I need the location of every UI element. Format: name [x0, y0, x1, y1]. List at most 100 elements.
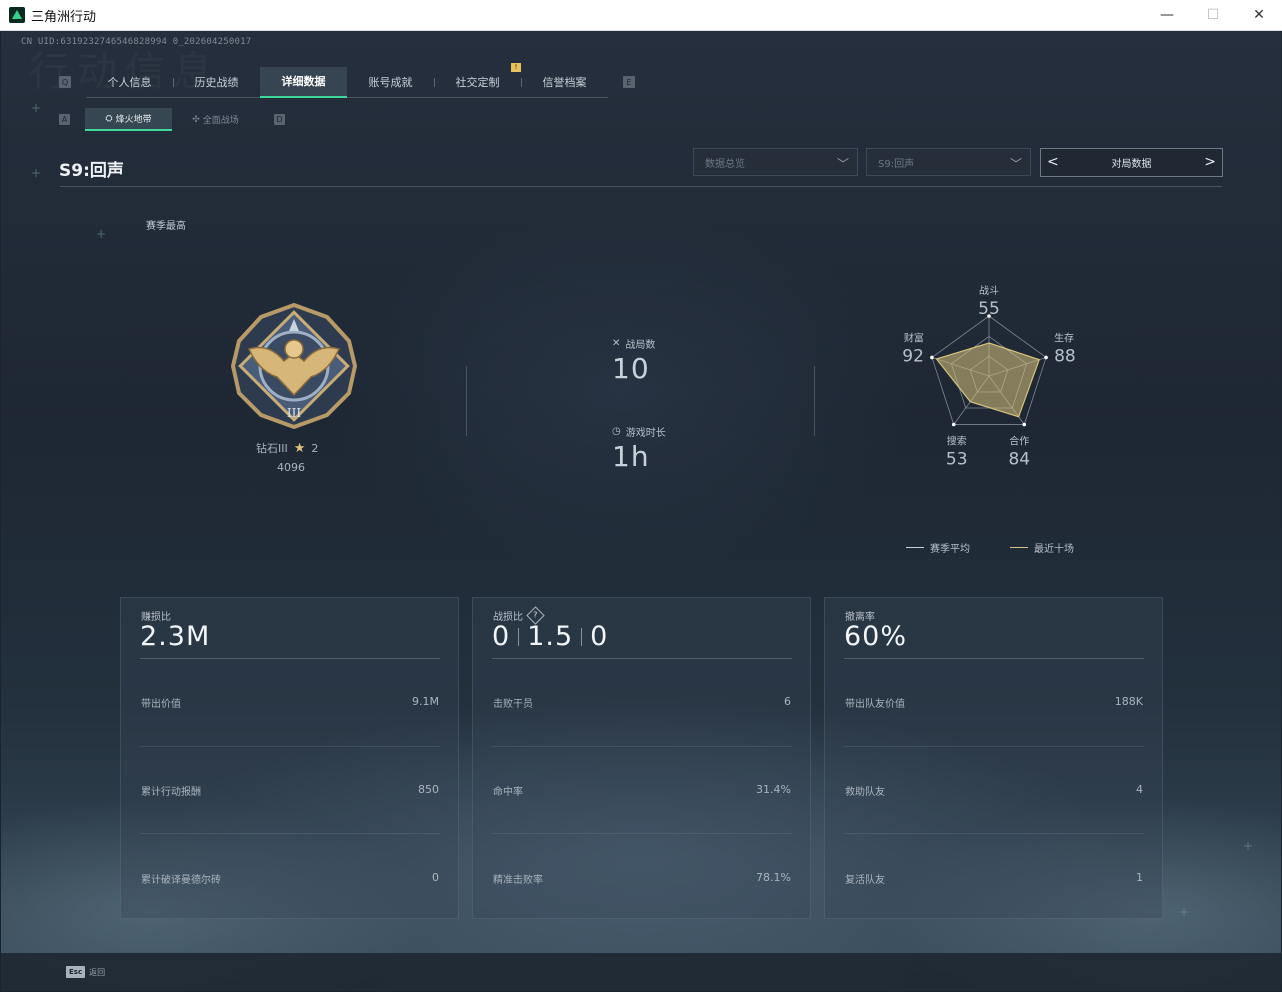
kd-left-value: 0 — [492, 621, 511, 652]
window-controls: — ☐ ✕ — [1144, 0, 1282, 31]
back-button[interactable]: Esc 返回 — [66, 966, 105, 978]
kd-main-value: 1.5 — [527, 621, 574, 652]
profit-ratio-value: 2.3M — [140, 621, 211, 652]
card-divider — [140, 658, 440, 659]
window-title: 三角洲行动 — [31, 9, 97, 25]
maximize-button[interactable]: ☐ — [1190, 0, 1236, 31]
legend-recent: 最近十场 — [1010, 540, 1074, 555]
card-divider — [844, 658, 1144, 659]
card-divider — [492, 833, 792, 834]
section-divider — [814, 366, 815, 436]
crossed-swords-icon: ✕ — [612, 338, 621, 349]
hit-rate-value: 31.4% — [756, 783, 791, 796]
data-scope-dropdown[interactable]: 数据总览 ﹀ — [693, 148, 858, 176]
bottom-bar — [1, 953, 1281, 991]
extraction-rate-value: 60% — [844, 621, 908, 652]
notification-badge: ! — [511, 62, 521, 72]
legend-season-avg: 赛季平均 — [906, 540, 970, 555]
next-arrow-icon[interactable]: > — [1204, 154, 1216, 170]
action-reward-label: 累计行动报酬 — [141, 787, 201, 798]
playtime-label-row: ◷ 游戏时长 — [612, 424, 666, 439]
cn-uid-label: CN UID:6319232746546828994 0_20260425001… — [21, 37, 252, 47]
legend-recent-label: 最近十场 — [1034, 544, 1074, 555]
assist-teammate-label: 救助队友 — [845, 787, 885, 798]
mode-tabs: ⛭ 烽火地带 ✣ 全面战场 — [85, 108, 259, 131]
match-data-pager: < 对局数据 > — [1040, 148, 1223, 177]
kills-value: 6 — [784, 695, 791, 708]
decor-plus-icon: + — [96, 227, 107, 241]
legend-swatch-recent — [1010, 547, 1028, 548]
action-reward-value: 850 — [418, 783, 439, 796]
pager-label: 对局数据 — [1111, 159, 1152, 170]
radar-axis-label: 合作 — [1009, 435, 1029, 448]
legend-swatch-season-avg — [906, 547, 924, 548]
matches-stat: ✕ 战局数 10 — [612, 336, 655, 385]
season-title: S9:回声 — [59, 161, 124, 181]
tab-detailed-data[interactable]: 详细数据 — [260, 66, 347, 98]
radar-axis-value: 88 — [1054, 346, 1076, 366]
prev-arrow-icon[interactable]: < — [1047, 154, 1059, 170]
assist-teammate-value: 4 — [1136, 783, 1143, 796]
battlefield-icon: ✣ — [192, 114, 200, 125]
kd-ratio-values: 0 1.5 0 — [492, 621, 608, 652]
tab-flame-zone-label: 烽火地带 — [115, 115, 152, 125]
kd-right-value: 0 — [590, 621, 609, 652]
key-hint-q: Q — [59, 76, 71, 88]
radar-axis-point — [930, 355, 934, 360]
kd-separator — [518, 627, 520, 646]
hit-rate-label: 命中率 — [493, 787, 523, 798]
tab-personal-info[interactable]: 个人信息 — [86, 67, 173, 98]
extracted-value: 9.1M — [412, 695, 439, 708]
radar-axis-point — [1044, 355, 1048, 360]
tab-reputation[interactable]: 信誉档案 — [521, 67, 608, 98]
kd-separator — [581, 627, 583, 646]
radar-axis-label: 战斗 — [979, 285, 999, 297]
section-divider — [466, 366, 467, 436]
card-divider — [492, 746, 792, 747]
header-divider — [60, 186, 1222, 187]
chevron-down-icon: ﹀ — [836, 157, 849, 171]
tab-full-battlefield[interactable]: ✣ 全面战场 — [172, 108, 259, 131]
radar-axis-label: 搜索 — [947, 435, 967, 448]
radar-axis-value: 92 — [902, 346, 924, 366]
decor-plus-icon: + — [31, 101, 42, 115]
decor-plus-icon: + — [1179, 905, 1190, 919]
tab-achievements[interactable]: 账号成就 — [347, 67, 434, 98]
radar-axis-point — [1022, 422, 1027, 427]
mandel-brick-label: 累计破译曼德尔砖 — [141, 875, 221, 886]
card-divider — [844, 833, 1144, 834]
season-dropdown-value: S9:回声 — [878, 158, 915, 170]
tab-match-history[interactable]: 历史战绩 — [173, 67, 260, 98]
rank-score: 4096 — [277, 461, 305, 474]
playtime-value: 1h — [612, 440, 650, 473]
card-divider — [140, 746, 440, 747]
rank-star-count: 2 — [311, 441, 319, 455]
kills-label: 击败干员 — [493, 699, 533, 710]
decor-plus-icon: + — [1243, 839, 1254, 853]
minimize-button[interactable]: — — [1144, 0, 1190, 31]
chevron-down-icon: ﹀ — [1009, 157, 1022, 171]
matches-value: 10 — [612, 352, 650, 385]
window-titlebar: 三角洲行动 — ☐ ✕ — [0, 0, 1282, 31]
extraction-card: 撤离率 60% 带出队友价值 188K 救助队友 4 复活队友 1 — [824, 597, 1163, 919]
key-hint-a: A — [59, 114, 70, 125]
tab-full-battlefield-label: 全面战场 — [202, 116, 239, 126]
extracted-value-label: 带出价值 — [141, 699, 181, 710]
radar-axis-label: 生存 — [1054, 331, 1074, 344]
flame-zone-icon: ⛭ — [105, 113, 113, 124]
mode-tab-bar: A ⛭ 烽火地带 ✣ 全面战场 D — [59, 108, 285, 131]
radar-axis-value: 84 — [1008, 450, 1030, 469]
radar-axis-point — [951, 422, 956, 427]
key-hint-e: E — [623, 76, 635, 88]
season-dropdown[interactable]: S9:回声 ﹀ — [866, 148, 1031, 176]
close-button[interactable]: ✕ — [1236, 0, 1282, 31]
tab-flame-zone[interactable]: ⛭ 烽火地带 — [85, 108, 172, 131]
main-tab-bar: Q 个人信息 历史战绩 详细数据 账号成就 社交定制 ! 信誉档案 E — [59, 62, 635, 98]
tab-social-label: 社交定制 — [455, 76, 500, 89]
card-divider — [492, 658, 792, 659]
mandel-brick-value: 0 — [432, 871, 439, 884]
radar-axis-label: 财富 — [904, 331, 924, 344]
teammate-value-label: 带出队友价值 — [845, 699, 905, 710]
tab-social[interactable]: 社交定制 ! — [434, 62, 521, 98]
star-icon: ★ — [293, 440, 306, 456]
